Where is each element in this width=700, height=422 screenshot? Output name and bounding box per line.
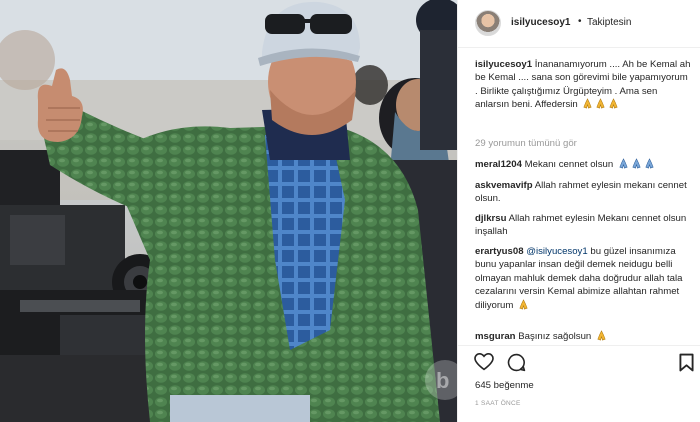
like-count[interactable]: 645 beğenme — [475, 380, 534, 391]
praying-hands-icon — [516, 298, 529, 311]
praying-hands-icon — [629, 158, 642, 170]
comment-username[interactable]: msguran — [475, 331, 516, 342]
action-bar: 645 beğenme 1 SAAT ÖNCE — [458, 345, 700, 422]
caption: isilyucesoy1 İnananamıyorum .... Ah be K… — [475, 58, 693, 112]
comment: askvemavifp Allah rahmet eylesin mekanı … — [475, 179, 693, 206]
post-sidebar: isilyucesoy1 • Takiptesin isilyucesoy1 İ… — [457, 0, 700, 422]
caption-username[interactable]: isilyucesoy1 — [475, 59, 532, 70]
header-username[interactable]: isilyucesoy1 — [511, 17, 570, 28]
comment-username[interactable]: erartyus08 — [475, 246, 524, 257]
praying-hands-icon — [642, 158, 655, 170]
mention-link[interactable]: @isilyucesoy1 — [526, 246, 587, 257]
follow-status[interactable]: Takiptesin — [587, 17, 631, 28]
comment-username[interactable]: askvemavifp — [475, 180, 533, 191]
photo-illustration: b — [0, 0, 457, 422]
comment-username[interactable]: djlkrsu — [475, 213, 506, 224]
post-header: isilyucesoy1 • Takiptesin — [458, 0, 700, 48]
praying-hands-icon — [594, 330, 607, 342]
avatar[interactable] — [475, 10, 501, 36]
comment-username[interactable]: meral1204 — [475, 159, 522, 170]
comment: meral1204 Mekanı cennet olsun — [475, 158, 693, 171]
instagram-post: b isilyucesoy1 • Takiptesin isilyucesoy1… — [0, 0, 700, 422]
praying-hands-icon — [593, 98, 606, 110]
post-timestamp: 1 SAAT ÖNCE — [475, 400, 521, 407]
header-separator: • — [578, 16, 582, 27]
praying-hands-icon — [580, 98, 593, 110]
watermark-letter: b — [436, 368, 449, 393]
comment: msguran Başınız sağolsun — [475, 330, 693, 343]
comment-icon[interactable] — [507, 353, 526, 375]
comment-text: Allah rahmet eylesin Mekanı cennet olsun… — [475, 213, 687, 238]
comment-text: Mekanı cennet olsun — [524, 159, 614, 170]
comment: erartyus08 @isilyucesoy1 bu güzel insanı… — [475, 245, 693, 312]
praying-hands-icon — [616, 158, 629, 170]
comment: djlkrsu Allah rahmet eylesin Mekanı cenn… — [475, 212, 693, 239]
view-all-comments-link[interactable]: 29 yorumun tümünü gör — [475, 138, 577, 149]
comment-text: Başınız sağolsun — [518, 331, 592, 342]
bookmark-icon[interactable] — [679, 353, 694, 375]
praying-hands-icon — [606, 98, 619, 110]
post-photo[interactable]: b — [0, 0, 457, 422]
heart-icon[interactable] — [474, 352, 494, 374]
